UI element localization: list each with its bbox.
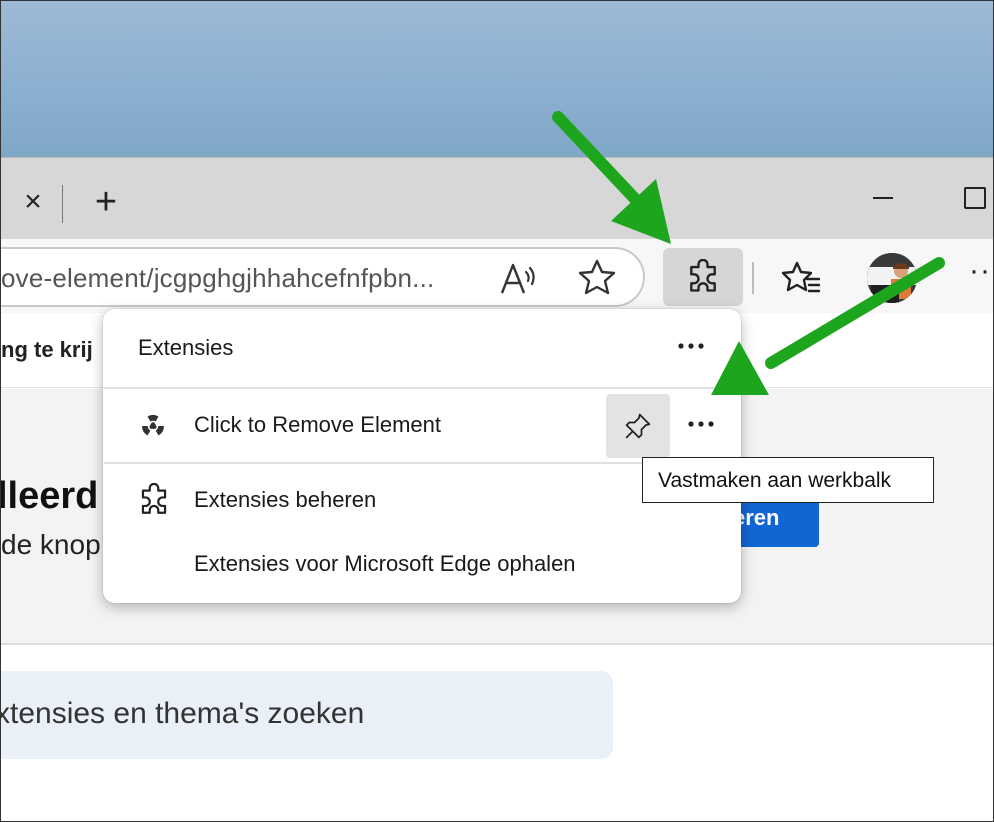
tab-separator xyxy=(62,185,63,223)
extension-name[interactable]: Click to Remove Element xyxy=(194,412,441,438)
toolbar-separator xyxy=(752,262,754,294)
close-tab-button[interactable]: × xyxy=(19,187,47,217)
avatar-image xyxy=(867,253,917,303)
maximize-window-button[interactable] xyxy=(964,187,986,209)
profile-avatar[interactable] xyxy=(867,253,917,303)
banner-heading: lleerd xyxy=(0,475,99,517)
extensions-menu-title: Extensies xyxy=(138,335,234,360)
favorites-list-icon[interactable] xyxy=(781,259,821,297)
read-aloud-icon[interactable] xyxy=(499,260,539,296)
menu-more-options-icon[interactable] xyxy=(675,331,709,361)
pin-icon xyxy=(625,413,651,439)
puzzle-icon xyxy=(141,483,167,514)
tab-bar xyxy=(1,157,993,240)
settings-more-button[interactable]: ··· xyxy=(969,256,993,293)
extension-search-placeholder[interactable]: xtensies en thema's zoeken xyxy=(1,697,364,731)
minimize-window-button[interactable] xyxy=(873,197,893,199)
banner-subtext: de knop xyxy=(1,529,101,560)
extension-more-options-icon[interactable] xyxy=(685,409,719,439)
bookmark-bar-text[interactable]: ng te krij xyxy=(1,337,93,363)
address-bar-url[interactable]: ove-element/jcgpghgjhhahcefnfpbn... xyxy=(1,263,471,294)
new-tab-button[interactable]: + xyxy=(89,183,123,221)
pin-to-toolbar-button[interactable] xyxy=(606,394,670,458)
get-extensions-item[interactable]: Extensies voor Microsoft Edge ophalen xyxy=(194,551,576,577)
manage-extensions-item[interactable]: Extensies beheren xyxy=(194,487,376,513)
menu-divider xyxy=(104,387,740,389)
puzzle-icon xyxy=(690,259,716,292)
radiation-icon xyxy=(142,415,164,436)
pin-tooltip: Vastmaken aan werkbalk xyxy=(642,457,934,503)
browser-screenshot: × + ove-element/jcgpghgjhhahcefnfpbn... … xyxy=(0,0,994,822)
desktop-background xyxy=(1,1,993,157)
add-favorite-star-icon[interactable] xyxy=(577,258,617,296)
pin-tooltip-text: Vastmaken aan werkbalk xyxy=(658,469,892,492)
extensions-button[interactable] xyxy=(663,248,743,306)
